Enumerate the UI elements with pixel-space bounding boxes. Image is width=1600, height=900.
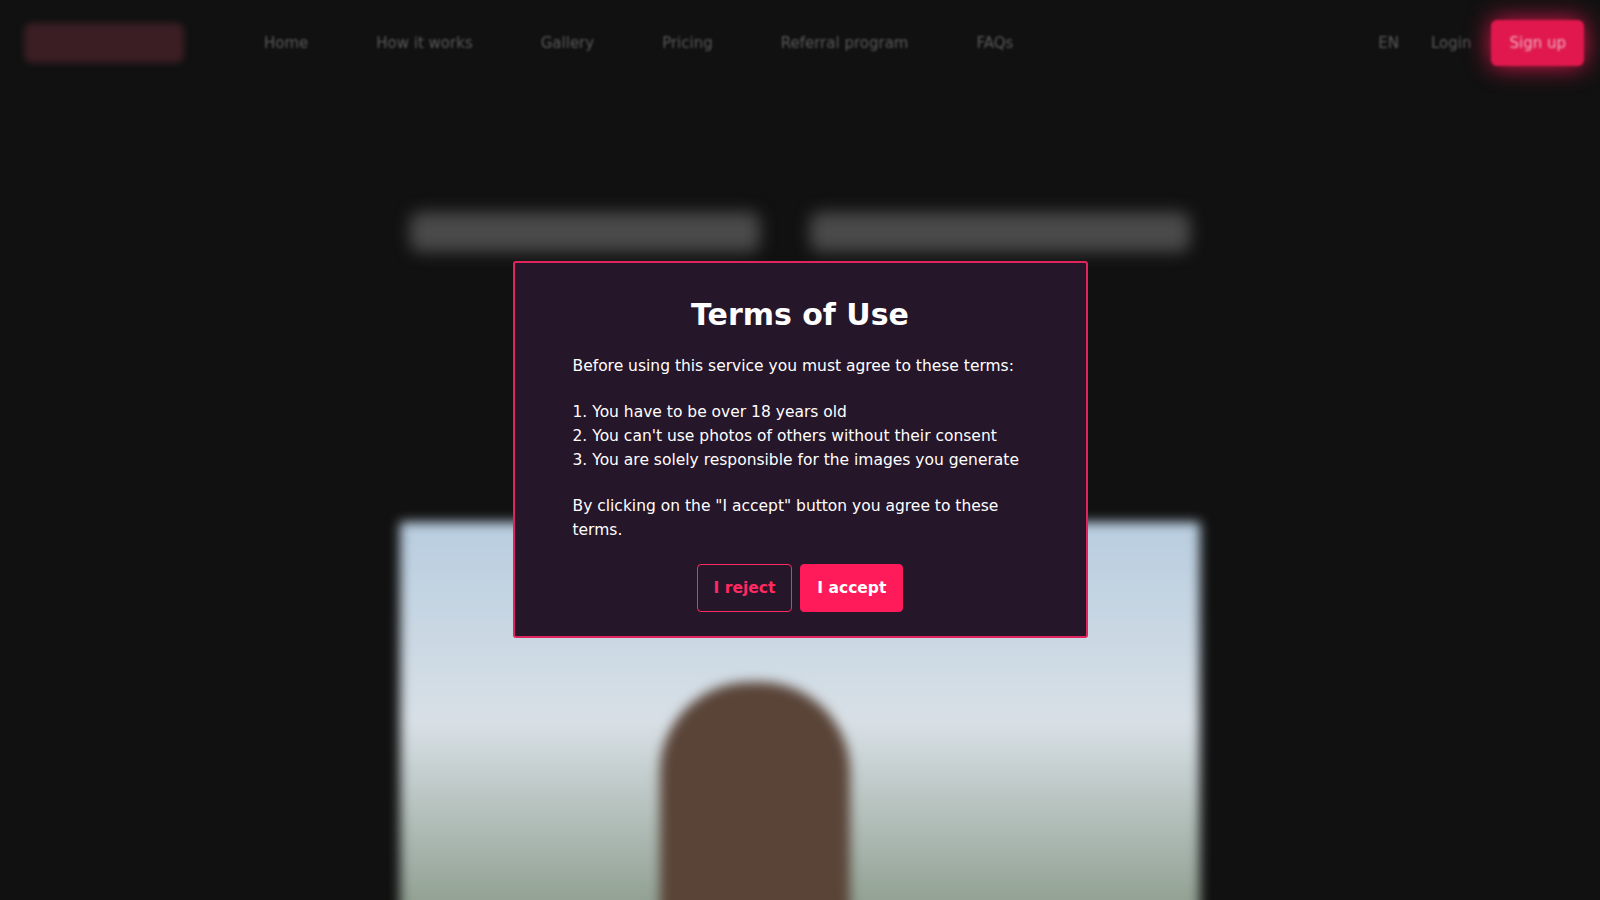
nav-item[interactable]: How it works xyxy=(364,34,484,52)
modal-closing: By clicking on the "I accept" button you… xyxy=(573,494,1028,542)
page: Home How it works Gallery Pricing Referral p… xyxy=(0,0,1600,900)
accept-button[interactable]: I accept xyxy=(800,564,903,612)
modal-buttons: I rejectI accept xyxy=(573,564,1028,612)
hero-heading xyxy=(410,212,1190,252)
modal-intro: Before using this service you must agree… xyxy=(573,354,1028,378)
nav-item[interactable]: Gallery xyxy=(529,34,606,52)
modal-overlay: Terms of Use Before using this service y… xyxy=(0,0,1600,900)
terms-item: 1. You have to be over 18 years old xyxy=(573,400,1028,424)
logo-icon[interactable] xyxy=(24,23,184,63)
reject-button[interactable]: I reject xyxy=(697,564,793,612)
top-bar: Home How it works Gallery Pricing Referral p… xyxy=(0,0,1600,86)
login-link[interactable]: Login xyxy=(1419,34,1483,52)
main-nav: Home How it works Gallery Pricing Referral p… xyxy=(252,34,1025,52)
nav-item[interactable]: FAQs xyxy=(964,34,1025,52)
terms-list: 1. You have to be over 18 years old2. Yo… xyxy=(573,400,1028,472)
nav-item[interactable]: Home xyxy=(252,34,320,52)
terms-modal: Terms of Use Before using this service y… xyxy=(513,261,1088,638)
terms-item: 2. You can't use photos of others withou… xyxy=(573,424,1028,448)
modal-title: Terms of Use xyxy=(573,297,1028,332)
signup-button[interactable]: Sign up xyxy=(1491,20,1584,66)
nav-item[interactable]: Pricing xyxy=(650,34,725,52)
language-select[interactable]: EN xyxy=(1366,34,1411,52)
terms-item: 3. You are solely responsible for the im… xyxy=(573,448,1028,472)
nav-item[interactable]: Referral program xyxy=(769,34,921,52)
